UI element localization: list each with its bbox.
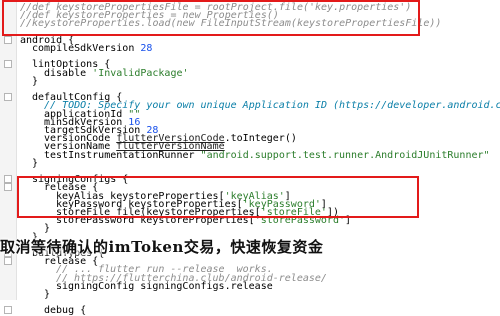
highlight-box-signing <box>17 176 419 218</box>
code-token: } <box>44 289 51 300</box>
code-token: 'InvalidPackage' <box>92 67 189 79</box>
code-token: testInstrumentationRunner <box>44 149 201 161</box>
code-line[interactable]: signingConfig signingConfigs.release <box>20 281 273 292</box>
code-token: disable <box>44 67 93 79</box>
code-token: } <box>32 157 39 169</box>
code-line[interactable]: debug { <box>20 305 86 316</box>
code-line[interactable]: } <box>20 289 50 300</box>
fold-toggle-icon[interactable] <box>4 175 12 184</box>
code-line[interactable]: } <box>20 76 38 87</box>
code-line[interactable]: testInstrumentationRunner "android.suppo… <box>20 150 490 161</box>
code-token: .toInteger() <box>224 133 297 145</box>
fold-toggle-icon[interactable] <box>4 257 12 266</box>
article-title-overlay: 取消等待确认的imToken交易，快速恢复资金 <box>0 238 324 256</box>
fold-toggle-icon[interactable] <box>4 183 12 192</box>
code-token: signingConfig signingConfigs.release <box>56 280 273 292</box>
fold-toggle-icon[interactable] <box>4 60 12 69</box>
code-line[interactable]: compileSdkVersion 28 <box>20 43 152 54</box>
code-line[interactable]: } <box>20 158 38 169</box>
code-token: debug { <box>44 305 87 316</box>
code-token: "android.support.test.runner.AndroidJUni… <box>200 149 490 161</box>
code-token: } <box>44 223 51 235</box>
fold-toggle-icon[interactable] <box>4 306 12 315</box>
fold-toggle-icon[interactable] <box>4 35 12 44</box>
code-token: compileSdkVersion <box>32 43 141 54</box>
code-token: 28 <box>140 43 153 54</box>
code-line[interactable]: disable 'InvalidPackage' <box>20 68 189 79</box>
highlight-box-keystore <box>2 0 420 36</box>
fold-toggle-icon[interactable] <box>4 93 12 102</box>
code-token: } <box>32 75 39 87</box>
